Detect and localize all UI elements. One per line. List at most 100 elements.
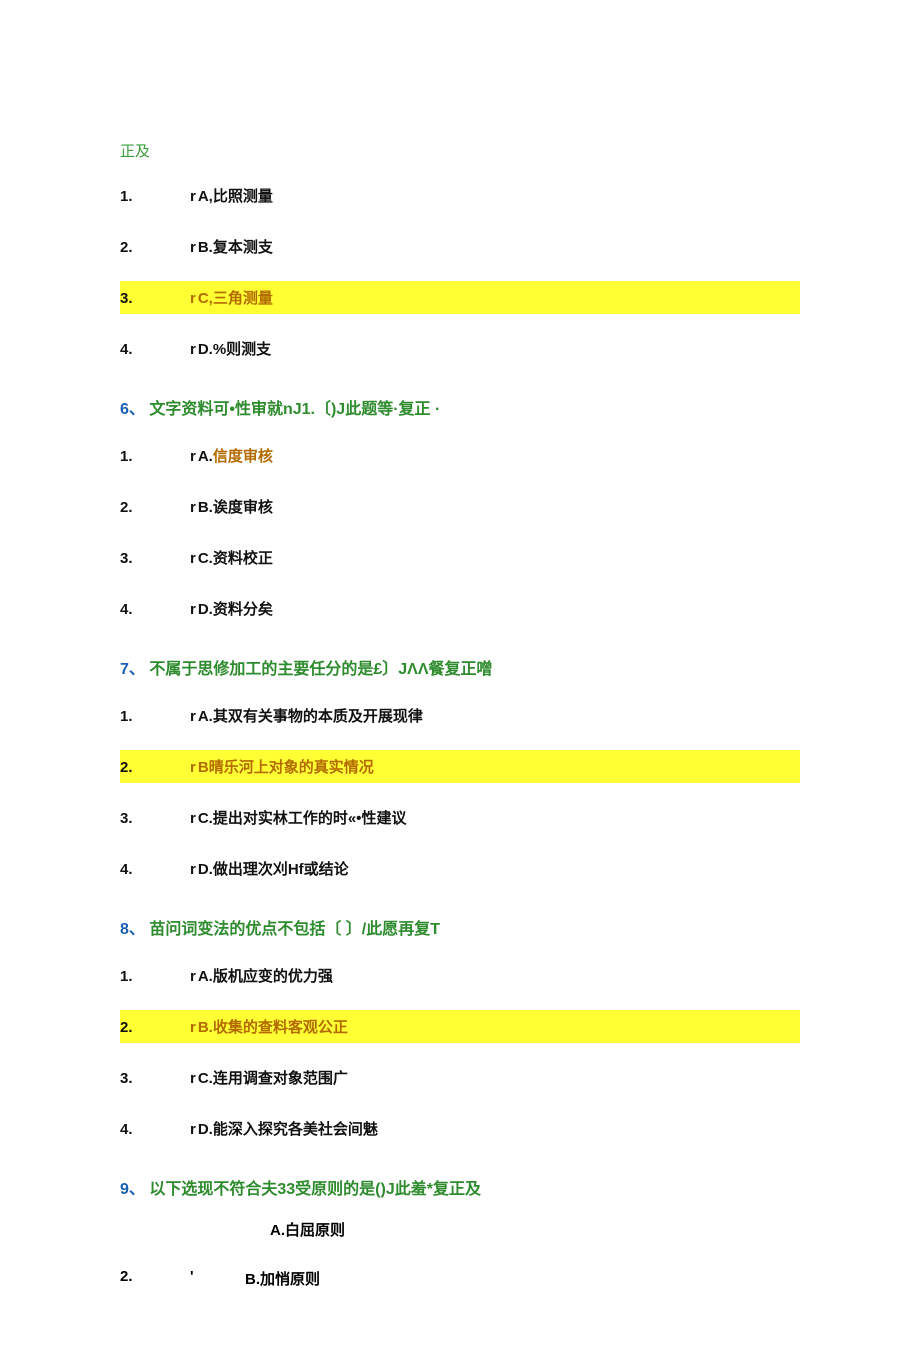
option-prefix: r [190, 861, 196, 878]
option-letter: D. [198, 861, 213, 878]
option-prefix: r [190, 810, 196, 827]
option-content: rB.复本测支 [190, 236, 273, 257]
option-prefix: r [190, 968, 196, 985]
option-number: 3. [120, 1070, 190, 1087]
question-7: 7、 不属于思修加工的主要任分的是£〕JΛΛ餐复正噌 [120, 655, 800, 679]
option-content: rD.做出理次刈Hf或结论 [190, 858, 349, 879]
option-letter: A. [198, 708, 213, 725]
q9-option-b: 2. ' B.加悄原则 [120, 1268, 800, 1289]
option-content: rA,比照测量 [190, 185, 273, 206]
option-row: 3.rC,三角测量 [120, 281, 800, 314]
q8-options-block: 1.rA.版机应变的优力强2.rB.收集的查料客观公正3.rC.连用调查对象范围… [120, 959, 800, 1145]
option-text: 能深入探究各美社会间魅 [213, 1121, 378, 1138]
option-text: 资料分矣 [213, 601, 273, 618]
option-text: 加悄原则 [260, 1271, 320, 1288]
option-text: 资料校正 [213, 550, 273, 567]
option-row: 2.rB晴乐河上对象的真实情况 [120, 750, 800, 783]
option-row: 4.rD.资料分矣 [120, 592, 800, 625]
q7-options-block: 1.rA.其双有关事物的本质及开展现律2.rB晴乐河上对象的真实情况3.rC.提… [120, 699, 800, 885]
question-8: 8、 苗问词变法的优点不包括〔 〕/此愿再复T [120, 915, 800, 939]
option-row: 4.rD.做出理次刈Hf或结论 [120, 852, 800, 885]
option-row: 3.rC.连用调查对象范围广 [120, 1061, 800, 1094]
option-prefix: r [190, 448, 196, 465]
option-content: rB.收集的查料客观公正 [190, 1016, 348, 1037]
question-9: 9、 以下选现不符合夫33受原则的是()J此羞*复正及 [120, 1175, 800, 1199]
option-prefix: r [190, 708, 196, 725]
option-row: 1.rA.版机应变的优力强 [120, 959, 800, 992]
option-content: rC.连用调查对象范围广 [190, 1067, 348, 1088]
option-content: rD.资料分矣 [190, 598, 273, 619]
option-number: 4. [120, 861, 190, 878]
option-letter: A. [270, 1222, 285, 1239]
option-text: 白屈原则 [285, 1222, 345, 1239]
question-6: 6、 文字资料可•性审就nJ1.〔)J此题等·复正 · [120, 395, 800, 419]
option-number: 1. [120, 448, 190, 465]
option-number: 1. [120, 968, 190, 985]
option-text: 其双有关事物的本质及开展现律 [213, 708, 423, 725]
option-text: 复本测支 [213, 239, 273, 256]
document-page: 正及 1.rA,比照测量2.rB.复本测支3.rC,三角测量4.rD.%则测支 … [0, 0, 920, 1369]
option-text: 提出对实林工作的时«•性建议 [213, 810, 407, 827]
option-letter: B. [198, 499, 213, 516]
option-content: rC.提出对实林工作的时«•性建议 [190, 807, 406, 828]
option-number: 3. [120, 550, 190, 567]
option-marker: ' [190, 1268, 245, 1289]
option-number: 4. [120, 1121, 190, 1138]
option-letter: C, [198, 290, 213, 307]
option-row: 3.rC.资料校正 [120, 541, 800, 574]
option-letter: A, [198, 188, 213, 205]
question-number: 9、 [120, 1181, 145, 1198]
question-text: 以下选现不符合夫33受原则的是()J此羞*复正及 [149, 1181, 481, 1198]
option-text: 版机应变的优力强 [213, 968, 333, 985]
option-number: 2. [120, 239, 190, 256]
option-text: 诶度审核 [213, 499, 273, 516]
option-row: 1.rA,比照测量 [120, 179, 800, 212]
option-letter: C. [198, 1070, 213, 1087]
option-text: 连用调查对象范围广 [213, 1070, 348, 1087]
option-row: 4.rD.能深入探究各美社会间魅 [120, 1112, 800, 1145]
option-text: 晴乐河上对象的真实情况 [209, 759, 374, 776]
question-number: 6、 [120, 401, 145, 418]
option-letter: D. [198, 1121, 213, 1138]
option-number: 3. [120, 290, 190, 307]
option-letter: B. [198, 1019, 213, 1036]
q6-options-block: 1.rA.信度审核2.rB.诶度审核3.rC.资料校正4.rD.资料分矣 [120, 439, 800, 625]
option-content: rB晴乐河上对象的真实情况 [190, 756, 374, 777]
option-prefix: r [190, 188, 196, 205]
option-prefix: r [190, 601, 196, 618]
option-number: 4. [120, 341, 190, 358]
option-row: 2.rB.收集的查料客观公正 [120, 1010, 800, 1043]
option-prefix: r [190, 341, 196, 358]
option-row: 1.rA.信度审核 [120, 439, 800, 472]
option-row: 2.rB.诶度审核 [120, 490, 800, 523]
question-number: 8、 [120, 921, 145, 938]
option-content: rC.资料校正 [190, 547, 273, 568]
option-content: rD.能深入探究各美社会间魅 [190, 1118, 378, 1139]
q9-option-a: A.白屈原则 [270, 1219, 800, 1240]
option-letter: C. [198, 810, 213, 827]
option-content: rA.其双有关事物的本质及开展现律 [190, 705, 423, 726]
option-number: 2. [120, 759, 190, 776]
option-number: 2. [120, 499, 190, 516]
option-letter: B. [198, 239, 213, 256]
question-text: 文字资料可•性审就nJ1.〔)J此题等·复正 · [149, 401, 440, 418]
q5-options-block: 1.rA,比照测量2.rB.复本测支3.rC,三角测量4.rD.%则测支 [120, 179, 800, 365]
option-text: 比照测量 [213, 188, 273, 205]
option-prefix: r [190, 1019, 196, 1036]
option-text: 三角测量 [213, 290, 273, 307]
option-number: 2. [120, 1019, 190, 1036]
option-letter: A. [198, 968, 213, 985]
option-row: 1.rA.其双有关事物的本质及开展现律 [120, 699, 800, 732]
option-row: 2.rB.复本测支 [120, 230, 800, 263]
correction-label: 正及 [120, 140, 800, 161]
question-text: 苗问词变法的优点不包括〔 〕/此愿再复T [149, 921, 440, 938]
option-content: rA.版机应变的优力强 [190, 965, 333, 986]
option-number: 4. [120, 601, 190, 618]
option-prefix: r [190, 290, 196, 307]
option-letter: B [198, 759, 209, 776]
option-prefix: r [190, 550, 196, 567]
option-prefix: r [190, 239, 196, 256]
option-prefix: r [190, 1070, 196, 1087]
option-content: rC,三角测量 [190, 287, 273, 308]
question-text: 不属于思修加工的主要任分的是£〕JΛΛ餐复正噌 [149, 661, 492, 678]
